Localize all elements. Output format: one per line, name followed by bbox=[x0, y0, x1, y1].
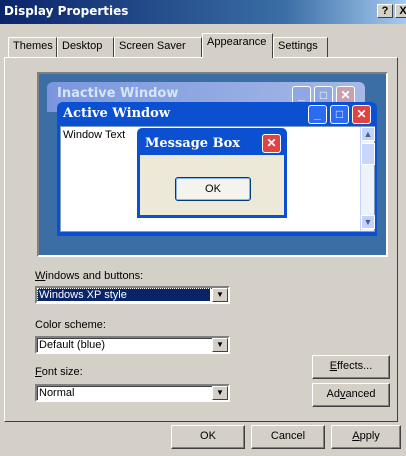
close-button[interactable]: X bbox=[395, 4, 406, 18]
tab-screen-saver-label: Screen Saver bbox=[119, 40, 186, 52]
font-size-select[interactable]: Normal ▼ bbox=[35, 384, 230, 402]
tab-appearance[interactable]: Appearance bbox=[202, 33, 273, 58]
effects-button[interactable]: Effects... bbox=[312, 355, 390, 379]
advanced-button[interactable]: Advanced bbox=[312, 383, 390, 407]
font-size-label: Font size: bbox=[35, 366, 83, 378]
window-title: Display Properties bbox=[4, 4, 129, 18]
cancel-button[interactable]: Cancel bbox=[251, 425, 325, 449]
tab-settings[interactable]: Settings bbox=[273, 37, 328, 57]
message-box-caption: Message Box bbox=[145, 136, 241, 151]
title-bar[interactable]: Display Properties ? X bbox=[0, 0, 406, 24]
chevron-down-icon[interactable]: ▼ bbox=[212, 338, 228, 352]
chevron-down-icon[interactable]: ▼ bbox=[212, 288, 228, 302]
tab-settings-label: Settings bbox=[278, 40, 318, 52]
active-close-icon: ✕ bbox=[352, 105, 371, 124]
scroll-down-icon: ▼ bbox=[361, 215, 375, 229]
active-minimize-icon: _ bbox=[308, 105, 327, 124]
windows-buttons-select[interactable]: Windows XP style ▼ bbox=[35, 286, 230, 304]
windows-buttons-value: Windows XP style bbox=[37, 288, 211, 302]
ok-button[interactable]: OK bbox=[171, 425, 245, 449]
window-text: Window Text bbox=[63, 129, 126, 141]
active-window-caption: Active Window bbox=[63, 106, 171, 121]
message-box-close-icon: ✕ bbox=[262, 134, 281, 153]
color-scheme-select[interactable]: Default (blue) ▼ bbox=[35, 336, 230, 354]
tab-themes-label: Themes bbox=[13, 40, 53, 52]
help-button[interactable]: ? bbox=[377, 4, 393, 18]
windows-buttons-label: Windows and buttons: bbox=[35, 270, 144, 282]
apply-button[interactable]: Apply bbox=[331, 425, 401, 449]
color-scheme-label: Color scheme: bbox=[35, 319, 106, 331]
scroll-up-icon: ▲ bbox=[361, 127, 375, 141]
tab-desktop[interactable]: Desktop bbox=[57, 37, 114, 57]
tab-appearance-label: Appearance bbox=[207, 36, 267, 48]
tab-themes[interactable]: Themes bbox=[8, 37, 57, 57]
scroll-thumb bbox=[361, 143, 375, 165]
tab-desktop-label: Desktop bbox=[62, 40, 103, 52]
preview-scrollbar: ▲ ▼ bbox=[360, 127, 375, 231]
chevron-down-icon[interactable]: ▼ bbox=[212, 386, 228, 400]
color-scheme-value: Default (blue) bbox=[39, 339, 106, 351]
inactive-window-caption: Inactive Window bbox=[57, 86, 179, 101]
active-maximize-icon: □ bbox=[330, 105, 349, 124]
message-box-ok-button: OK bbox=[175, 177, 251, 201]
tab-screen-saver[interactable]: Screen Saver bbox=[114, 37, 202, 57]
font-size-value: Normal bbox=[39, 387, 75, 399]
